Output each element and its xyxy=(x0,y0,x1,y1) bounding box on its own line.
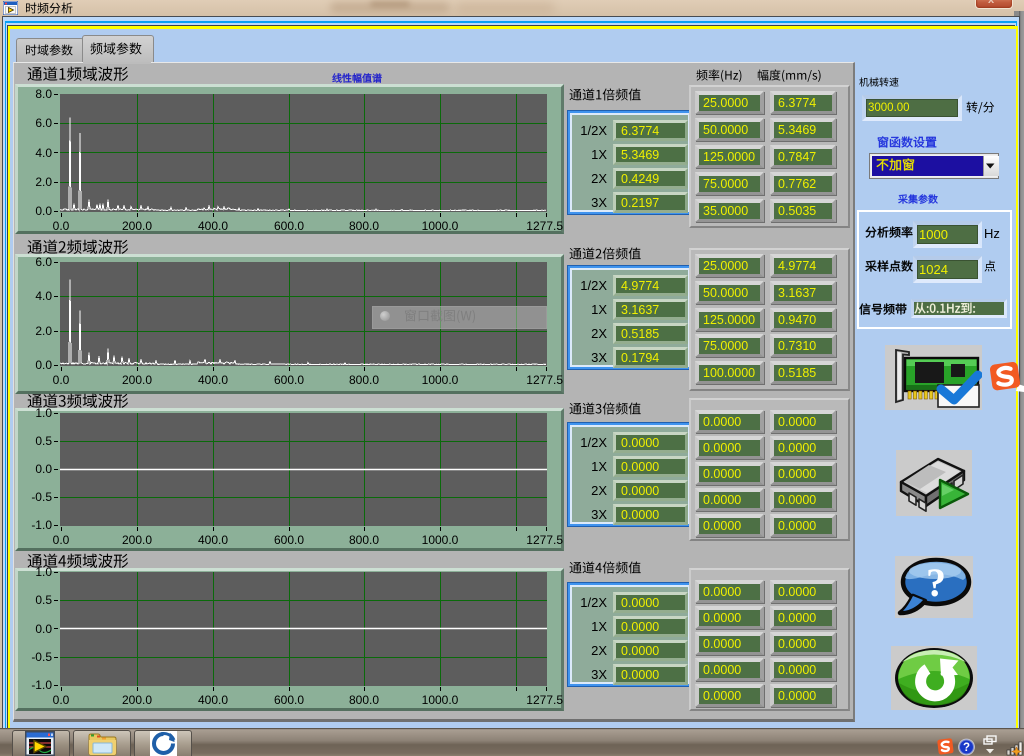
svg-text:?: ? xyxy=(926,560,946,605)
svg-text:?: ? xyxy=(963,742,970,754)
